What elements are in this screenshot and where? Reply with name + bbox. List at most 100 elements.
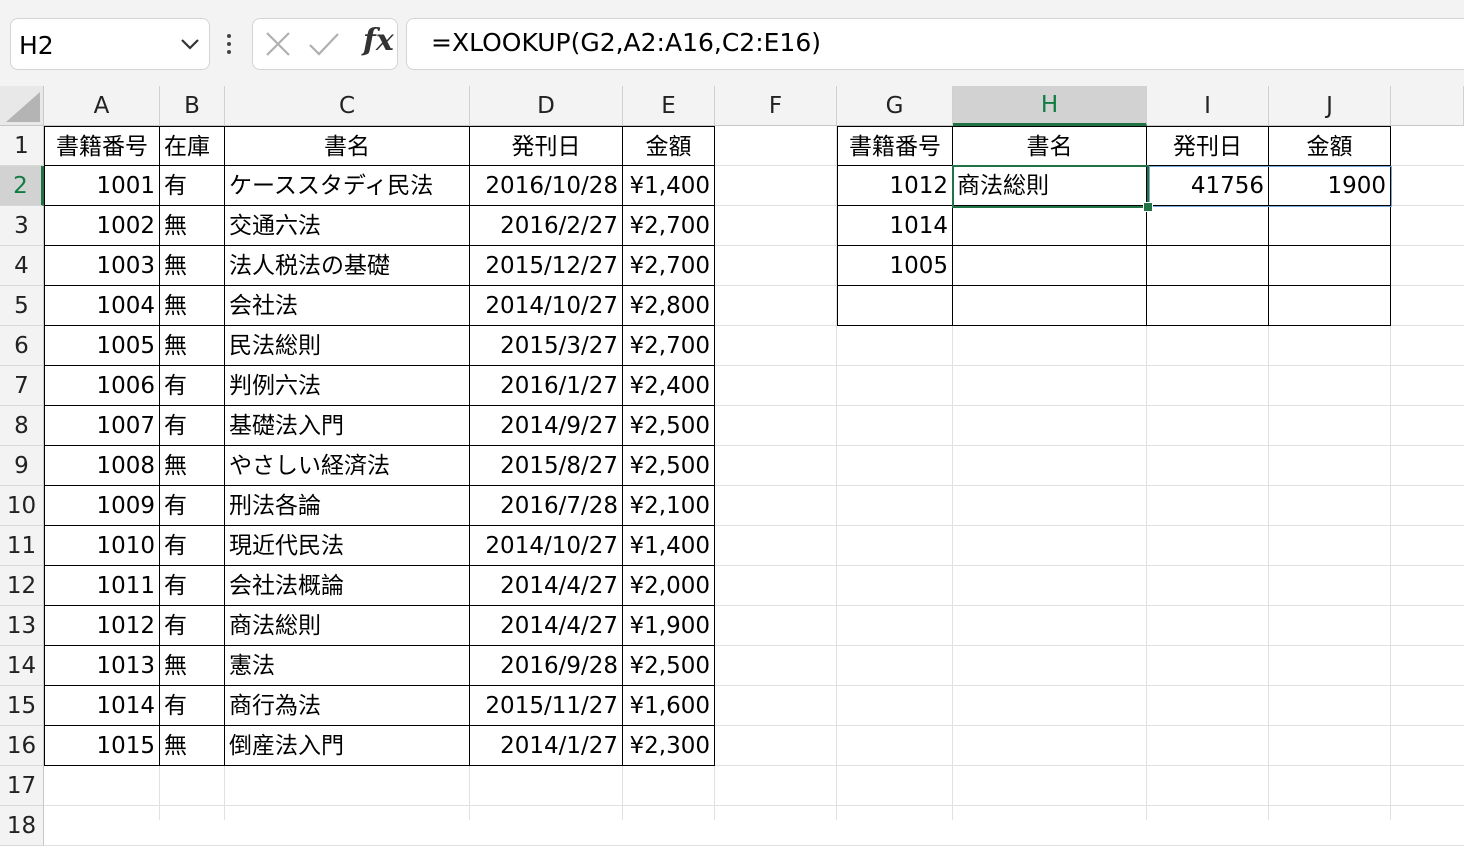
table1-cell[interactable]: 1009: [44, 486, 160, 526]
table2-cell[interactable]: 商法総則: [953, 166, 1147, 206]
insert-function-icon[interactable]: fx: [363, 23, 394, 58]
table1-cell[interactable]: 1011: [44, 566, 160, 606]
table1-cell[interactable]: 1008: [44, 446, 160, 486]
table1-cell[interactable]: ¥1,400: [623, 166, 715, 206]
table1-cell[interactable]: 現近代民法: [225, 526, 470, 566]
table1-cell[interactable]: 憲法: [225, 646, 470, 686]
table1-cell[interactable]: 1004: [44, 286, 160, 326]
table1-cell[interactable]: 有: [160, 566, 225, 606]
table2-cell[interactable]: [953, 286, 1147, 326]
row-header-15[interactable]: 15: [0, 686, 44, 726]
table1-cell[interactable]: 有: [160, 686, 225, 726]
column-header-f[interactable]: F: [715, 86, 837, 126]
table1-cell[interactable]: 有: [160, 366, 225, 406]
table2-cell[interactable]: [953, 246, 1147, 286]
table1-cell[interactable]: 2014/4/27: [470, 566, 623, 606]
row-header-16[interactable]: 16: [0, 726, 44, 766]
table2-cell[interactable]: 1900: [1269, 166, 1391, 206]
table2-cell[interactable]: [1269, 206, 1391, 246]
table1-cell[interactable]: 1003: [44, 246, 160, 286]
table1-cell[interactable]: 1002: [44, 206, 160, 246]
confirm-check-icon[interactable]: [307, 29, 341, 59]
table1-cell[interactable]: 会社法概論: [225, 566, 470, 606]
table1-cell[interactable]: 基礎法入門: [225, 406, 470, 446]
table1-cell[interactable]: ¥2,400: [623, 366, 715, 406]
column-header-g[interactable]: G: [837, 86, 953, 126]
name-box[interactable]: H2: [10, 18, 210, 70]
table2-cell[interactable]: 1005: [837, 246, 953, 286]
row-header-14[interactable]: 14: [0, 646, 44, 686]
table1-cell[interactable]: ¥1,600: [623, 686, 715, 726]
row-header-12[interactable]: 12: [0, 566, 44, 606]
table1-cell[interactable]: 無: [160, 446, 225, 486]
table1-header-cell[interactable]: 金額: [623, 126, 715, 166]
table1-cell[interactable]: 無: [160, 326, 225, 366]
table1-cell[interactable]: 無: [160, 286, 225, 326]
table2-cell[interactable]: [953, 206, 1147, 246]
row-header-5[interactable]: 5: [0, 286, 44, 326]
table2-cell[interactable]: 1012: [837, 166, 953, 206]
table1-cell[interactable]: 1012: [44, 606, 160, 646]
table1-cell[interactable]: 無: [160, 646, 225, 686]
table1-cell[interactable]: 有: [160, 406, 225, 446]
table1-cell[interactable]: ¥2,300: [623, 726, 715, 766]
table2-cell[interactable]: [1147, 206, 1269, 246]
table1-cell[interactable]: 2015/8/27: [470, 446, 623, 486]
row-header-1[interactable]: 1: [0, 126, 44, 166]
table1-header-cell[interactable]: 書名: [225, 126, 470, 166]
table1-cell[interactable]: 2014/10/27: [470, 526, 623, 566]
table1-cell[interactable]: ¥2,700: [623, 326, 715, 366]
chevron-down-icon[interactable]: [179, 36, 201, 52]
table2-cell[interactable]: 1014: [837, 206, 953, 246]
table1-cell[interactable]: 2015/11/27: [470, 686, 623, 726]
table2-cell[interactable]: [1269, 246, 1391, 286]
column-header-a[interactable]: A: [44, 86, 160, 126]
table1-cell[interactable]: 1001: [44, 166, 160, 206]
table1-cell[interactable]: 倒産法入門: [225, 726, 470, 766]
table1-cell[interactable]: 2014/4/27: [470, 606, 623, 646]
table2-header-cell[interactable]: 書籍番号: [837, 126, 953, 166]
table1-cell[interactable]: 2016/2/27: [470, 206, 623, 246]
row-header-7[interactable]: 7: [0, 366, 44, 406]
table1-cell[interactable]: ¥1,900: [623, 606, 715, 646]
table1-cell[interactable]: 有: [160, 526, 225, 566]
row-header-11[interactable]: 11: [0, 526, 44, 566]
table2-cell[interactable]: [837, 286, 953, 326]
row-header-2[interactable]: 2: [0, 166, 44, 206]
table1-cell[interactable]: 無: [160, 246, 225, 286]
table1-cell[interactable]: 1014: [44, 686, 160, 726]
table1-cell[interactable]: 判例六法: [225, 366, 470, 406]
table2-header-cell[interactable]: 金額: [1269, 126, 1391, 166]
table1-cell[interactable]: ¥2,500: [623, 646, 715, 686]
row-header-17[interactable]: 17: [0, 766, 44, 806]
table1-cell[interactable]: 2014/10/27: [470, 286, 623, 326]
table1-header-cell[interactable]: 在庫: [160, 126, 225, 166]
table1-cell[interactable]: ケーススタディ民法: [225, 166, 470, 206]
table1-cell[interactable]: ¥2,500: [623, 406, 715, 446]
table2-cell[interactable]: 41756: [1147, 166, 1269, 206]
table1-cell[interactable]: ¥1,400: [623, 526, 715, 566]
fill-handle[interactable]: [1143, 202, 1153, 212]
table1-cell[interactable]: ¥2,100: [623, 486, 715, 526]
table1-cell[interactable]: 1010: [44, 526, 160, 566]
table1-cell[interactable]: ¥2,800: [623, 286, 715, 326]
column-header-i[interactable]: I: [1147, 86, 1269, 126]
column-header-e[interactable]: E: [623, 86, 715, 126]
table1-cell[interactable]: 商行為法: [225, 686, 470, 726]
table1-cell[interactable]: ¥2,700: [623, 206, 715, 246]
table2-header-cell[interactable]: 書名: [953, 126, 1147, 166]
table1-cell[interactable]: 有: [160, 606, 225, 646]
table1-cell[interactable]: ¥2,500: [623, 446, 715, 486]
table1-cell[interactable]: 1005: [44, 326, 160, 366]
table2-cell[interactable]: [1269, 286, 1391, 326]
row-header-8[interactable]: 8: [0, 406, 44, 446]
table1-cell[interactable]: ¥2,700: [623, 246, 715, 286]
table1-cell[interactable]: 商法総則: [225, 606, 470, 646]
table1-cell[interactable]: やさしい経済法: [225, 446, 470, 486]
table1-cell[interactable]: 無: [160, 726, 225, 766]
table1-cell[interactable]: 有: [160, 486, 225, 526]
table1-cell[interactable]: 2016/7/28: [470, 486, 623, 526]
table1-cell[interactable]: 2015/12/27: [470, 246, 623, 286]
row-header-13[interactable]: 13: [0, 606, 44, 646]
table1-cell[interactable]: 1007: [44, 406, 160, 446]
